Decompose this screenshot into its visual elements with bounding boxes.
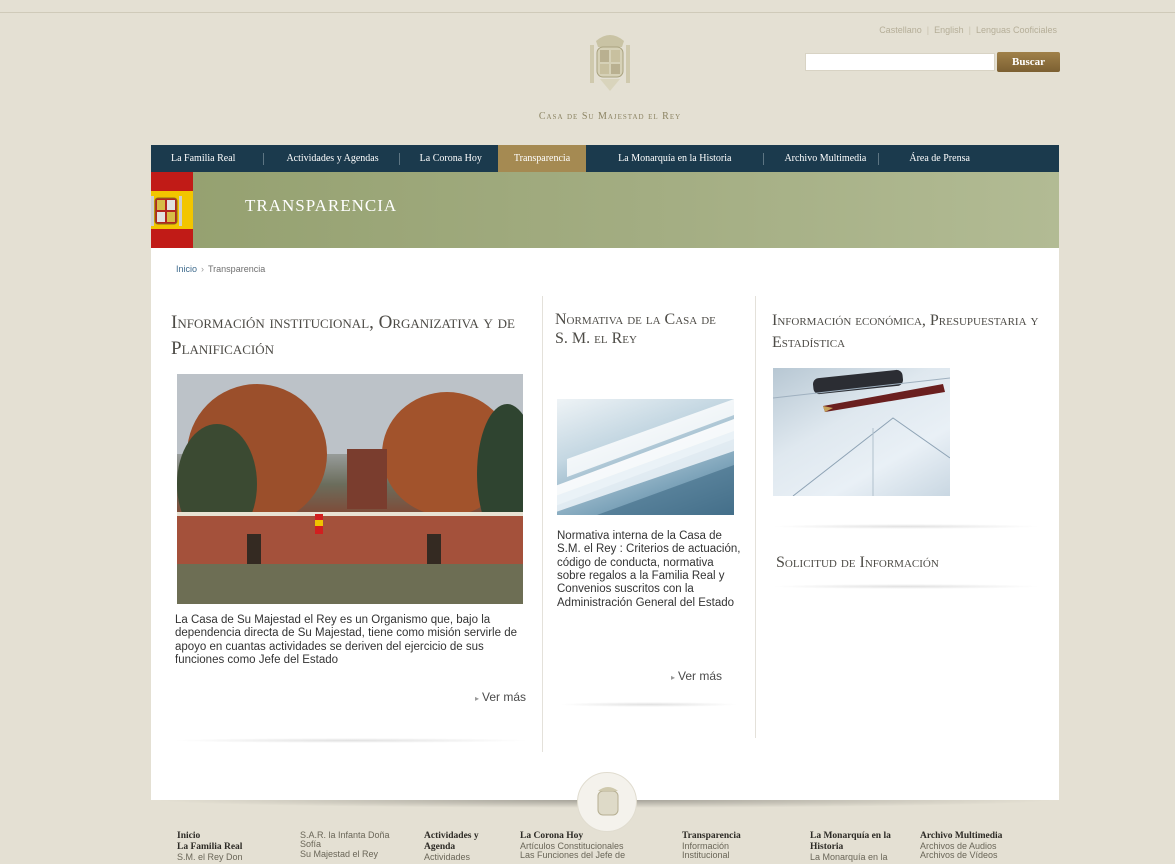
card-shadow (559, 702, 739, 707)
footer-col-actividades: Actividades y Agenda Actividades (424, 831, 479, 862)
footer-link[interactable]: Archivos de Vídeos (920, 850, 998, 860)
footer-link[interactable]: Actividades (424, 852, 470, 862)
nav-separator (763, 152, 765, 165)
footer-link-monarquia[interactable]: La Monarquía en la (810, 831, 891, 841)
breadcrumb: Inicio › Transparencia (176, 264, 265, 274)
card-shadow (171, 738, 531, 743)
breadcrumb-home-link[interactable]: Inicio (176, 264, 197, 274)
card-shadow (771, 584, 1041, 589)
main-content: Inicio › Transparencia Información institu… (151, 248, 1059, 800)
footer-col-familia: S.A.R. la Infanta Doña Sofía Su Majestad… (300, 830, 390, 859)
card-informacion-economica: Información económica, Presupuestaria y … (757, 298, 1057, 742)
card-title[interactable]: Información económica, Presupuestaria y … (772, 310, 1052, 353)
palace-photo[interactable] (177, 374, 523, 604)
card-normativa: Normativa de la Casa de S. M. el Rey Nor… (543, 298, 753, 706)
card-description: Normativa interna de la Casa de S.M. el … (557, 530, 741, 609)
footer-col-inicio: Inicio La Familia Real S.M. el Rey Don (177, 831, 243, 862)
card-title-solicitud[interactable]: Solicitud de Información (776, 554, 1056, 572)
footer-link-historia[interactable]: Historia (810, 842, 843, 852)
card-informacion-institucional: Información institucional, Organizativa … (153, 298, 539, 742)
section-banner: TRANSPARENCIA (151, 172, 1059, 248)
footer-col-archivo: Archivo Multimedia Archivos de Audios Ar… (920, 831, 1002, 861)
nav-item-prensa[interactable]: Área de Prensa (901, 145, 978, 172)
lang-english[interactable]: English (934, 25, 964, 35)
footer-sitemap: Inicio La Familia Real S.M. el Rey Don S… (0, 828, 1175, 864)
footer-col-transparencia: Transparencia Información Institucional (682, 831, 741, 861)
footer-link-inicio[interactable]: Inicio (177, 831, 200, 841)
nav-separator (878, 152, 880, 165)
card-title[interactable]: Información institucional, Organizativa … (171, 310, 531, 361)
lang-separator: | (926, 25, 930, 35)
lang-cooficiales[interactable]: Lenguas Cooficiales (976, 25, 1057, 35)
footer-crest-icon[interactable] (577, 772, 637, 832)
nav-separator (398, 152, 400, 165)
ver-mas-label: Ver más (482, 690, 527, 704)
footer-link-agenda[interactable]: Agenda (424, 842, 455, 852)
footer-link[interactable]: Institucional (682, 850, 730, 860)
footer-link-actividades[interactable]: Actividades y (424, 831, 479, 841)
search-input[interactable] (805, 53, 995, 71)
language-bar: Castellano | English | Lenguas Cooficiales (879, 25, 1057, 35)
documents-photo[interactable] (557, 399, 734, 515)
footer-link[interactable]: Las Funciones del Jefe de (520, 850, 625, 860)
banner-title: TRANSPARENCIA (245, 196, 398, 215)
nav-item-transparencia[interactable]: Transparencia (497, 145, 587, 172)
breadcrumb-arrow-icon: › (201, 264, 205, 274)
ver-mas-label: Ver más (678, 669, 723, 683)
triangle-right-icon: ▸ (671, 673, 676, 682)
footer-link[interactable]: Su Majestad el Rey (300, 849, 378, 859)
nav-item-corona-hoy[interactable]: La Corona Hoy (412, 145, 490, 172)
search-button[interactable]: Buscar (997, 52, 1060, 72)
footer-col-monarquia: La Monarquía en la Historia La Monarquía… (810, 831, 891, 862)
nav-separator (263, 152, 265, 165)
lang-castellano[interactable]: Castellano (879, 25, 922, 35)
footer-link[interactable]: La Monarquía en la (810, 852, 888, 862)
footer-link[interactable]: S.M. el Rey Don (177, 852, 243, 862)
nav-item-familia-real[interactable]: La Familia Real (151, 145, 243, 172)
footer-link-familia-real[interactable]: La Familia Real (177, 842, 242, 852)
spanish-flag-icon (151, 172, 193, 248)
royal-crest-icon[interactable] (586, 27, 634, 97)
card-shadow (771, 524, 1041, 529)
lang-separator: | (968, 25, 971, 35)
footer-col-corona: La Corona Hoy Artículos Constitucionales… (520, 831, 625, 861)
footer-link-archivo[interactable]: Archivo Multimedia (920, 831, 1002, 841)
ver-mas-link[interactable]: ▸ Ver más (671, 669, 722, 683)
ver-mas-link[interactable]: ▸ Ver más (475, 690, 526, 704)
column-divider (755, 296, 756, 738)
top-divider (0, 12, 1175, 13)
pen-and-phone-photo[interactable] (773, 368, 950, 496)
nav-item-monarquia[interactable]: La Monarquía en la Historia (610, 145, 739, 172)
nav-item-archivo[interactable]: Archivo Multimedia (776, 145, 874, 172)
triangle-right-icon: ▸ (475, 694, 480, 703)
nav-item-actividades[interactable]: Actividades y Agendas (278, 145, 386, 172)
breadcrumb-current: Transparencia (208, 264, 266, 274)
main-nav: La Familia Real Actividades y Agendas La… (151, 145, 1059, 172)
house-title[interactable]: Casa de Su Majestad el Rey (500, 111, 720, 122)
footer-link-corona-hoy[interactable]: La Corona Hoy (520, 831, 583, 841)
footer-link-transparencia[interactable]: Transparencia (682, 831, 741, 841)
card-title[interactable]: Normativa de la Casa de S. M. el Rey (555, 310, 725, 348)
card-description: La Casa de Su Majestad el Rey es un Orga… (175, 614, 517, 666)
